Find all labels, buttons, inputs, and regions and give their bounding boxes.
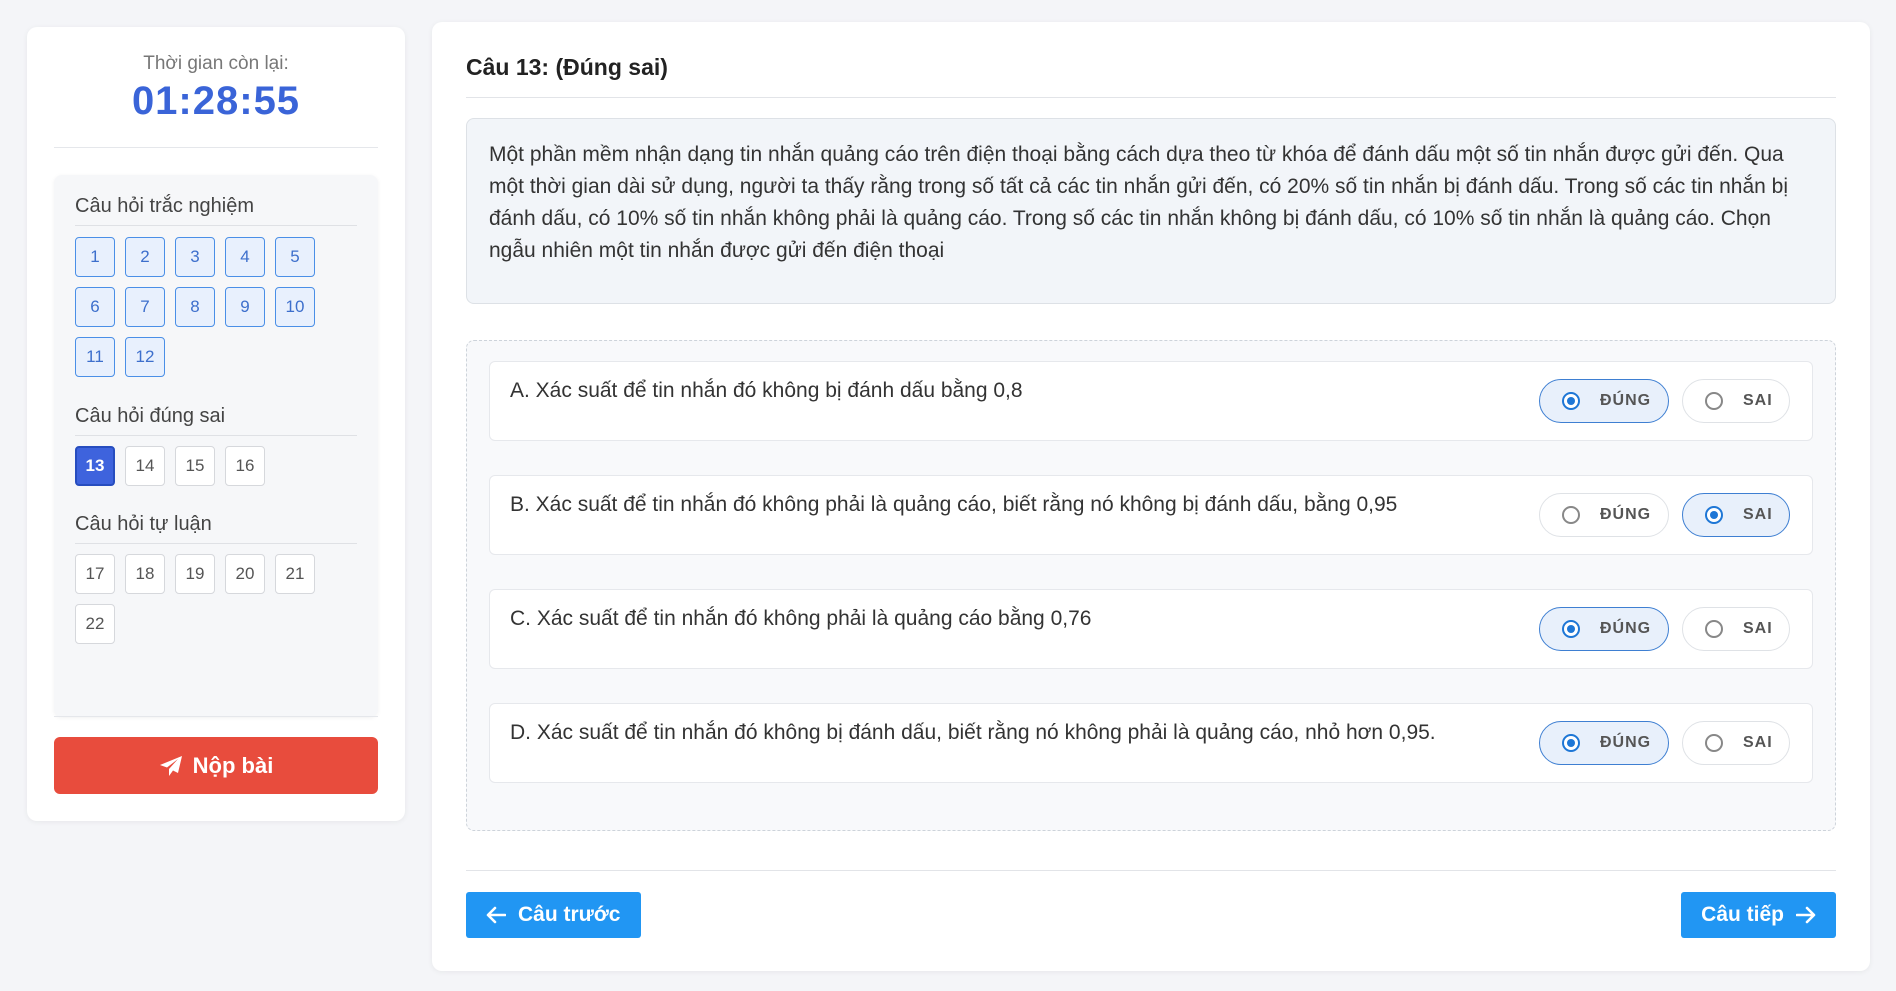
option-d-false-radio[interactable]: SAI <box>1682 721 1790 765</box>
question-button-13[interactable]: 13 <box>75 446 115 486</box>
option-a-false-radio[interactable]: SAI <box>1682 379 1790 423</box>
option-a: A. Xác suất để tin nhắn đó không bị đánh… <box>489 361 1813 441</box>
radio-icon <box>1562 620 1580 638</box>
timer-value: 01:28:55 <box>131 79 301 123</box>
next-label: Câu tiếp <box>1701 903 1784 926</box>
group-title-multiple-choice: Câu hỏi trắc nghiệm <box>75 195 254 217</box>
paper-plane-icon <box>159 755 183 777</box>
option-c: C. Xác suất để tin nhắn đó không phải là… <box>489 589 1813 669</box>
question-button-22[interactable]: 22 <box>75 604 115 644</box>
radio-icon <box>1705 734 1723 752</box>
question-button-15[interactable]: 15 <box>175 446 215 486</box>
option-b-text: B. Xác suất để tin nhắn đó không phải là… <box>510 493 1398 516</box>
question-button-6[interactable]: 6 <box>75 287 115 327</box>
true-label: ĐÚNG <box>1600 392 1652 409</box>
question-button-7[interactable]: 7 <box>125 287 165 327</box>
option-c-text: C. Xác suất để tin nhắn đó không phải là… <box>510 607 1092 630</box>
previous-label: Câu trước <box>518 903 621 926</box>
group-title-essay: Câu hỏi tự luận <box>75 513 212 535</box>
option-c-true-radio[interactable]: ĐÚNG <box>1539 607 1669 651</box>
question-button-9[interactable]: 9 <box>225 287 265 327</box>
question-button-20[interactable]: 20 <box>225 554 265 594</box>
option-a-text: A. Xác suất để tin nhắn đó không bị đánh… <box>510 379 1023 402</box>
submit-label: Nộp bài <box>192 752 274 778</box>
radio-icon <box>1562 506 1580 524</box>
question-button-2[interactable]: 2 <box>125 237 165 277</box>
next-question-button[interactable]: Câu tiếp <box>1681 892 1836 938</box>
timer-label: Thời gian còn lại: <box>143 53 289 74</box>
question-button-1[interactable]: 1 <box>75 237 115 277</box>
radio-icon <box>1562 734 1580 752</box>
divider <box>466 870 1836 871</box>
option-b: B. Xác suất để tin nhắn đó không phải là… <box>489 475 1813 555</box>
question-button-8[interactable]: 8 <box>175 287 215 327</box>
divider <box>75 435 357 436</box>
question-button-18[interactable]: 18 <box>125 554 165 594</box>
question-button-14[interactable]: 14 <box>125 446 165 486</box>
divider <box>466 97 1836 98</box>
question-button-21[interactable]: 21 <box>275 554 315 594</box>
option-a-true-radio[interactable]: ĐÚNG <box>1539 379 1669 423</box>
option-b-true-radio[interactable]: ĐÚNG <box>1539 493 1669 537</box>
arrow-left-icon <box>486 906 506 924</box>
question-button-3[interactable]: 3 <box>175 237 215 277</box>
divider <box>54 716 378 717</box>
false-label: SAI <box>1743 506 1773 523</box>
divider <box>54 147 378 148</box>
false-label: SAI <box>1743 392 1773 409</box>
question-text: Một phần mềm nhận dạng tin nhắn quảng cá… <box>466 118 1836 304</box>
question-button-10[interactable]: 10 <box>275 287 315 327</box>
option-d-true-radio[interactable]: ĐÚNG <box>1539 721 1669 765</box>
question-button-4[interactable]: 4 <box>225 237 265 277</box>
question-title: Câu 13: (Đúng sai) <box>466 54 668 80</box>
option-d-text: D. Xác suất để tin nhắn đó không bị đánh… <box>510 721 1436 744</box>
divider <box>75 543 357 544</box>
question-button-16[interactable]: 16 <box>225 446 265 486</box>
group-title-true-false: Câu hỏi đúng sai <box>75 405 226 427</box>
question-button-5[interactable]: 5 <box>275 237 315 277</box>
question-button-11[interactable]: 11 <box>75 337 115 377</box>
arrow-right-icon <box>1796 906 1816 924</box>
false-label: SAI <box>1743 734 1773 751</box>
radio-icon <box>1562 392 1580 410</box>
option-c-false-radio[interactable]: SAI <box>1682 607 1790 651</box>
radio-icon <box>1705 506 1723 524</box>
options-container: A. Xác suất để tin nhắn đó không bị đánh… <box>466 340 1836 831</box>
question-button-17[interactable]: 17 <box>75 554 115 594</box>
question-navigation: Câu hỏi trắc nghiệm 1 2 3 4 5 6 7 8 9 10… <box>54 175 378 717</box>
option-d: D. Xác suất để tin nhắn đó không bị đánh… <box>489 703 1813 783</box>
question-button-12[interactable]: 12 <box>125 337 165 377</box>
false-label: SAI <box>1743 620 1773 637</box>
sidebar: Thời gian còn lại: 01:28:55 Câu hỏi trắc… <box>27 27 405 821</box>
divider <box>75 225 357 226</box>
true-label: ĐÚNG <box>1600 620 1652 637</box>
option-b-false-radio[interactable]: SAI <box>1682 493 1790 537</box>
radio-icon <box>1705 392 1723 410</box>
true-label: ĐÚNG <box>1600 506 1652 523</box>
question-panel: Câu 13: (Đúng sai) Một phần mềm nhận dạn… <box>432 22 1870 971</box>
submit-button[interactable]: Nộp bài <box>54 737 378 794</box>
question-button-19[interactable]: 19 <box>175 554 215 594</box>
true-label: ĐÚNG <box>1600 734 1652 751</box>
radio-icon <box>1705 620 1723 638</box>
previous-question-button[interactable]: Câu trước <box>466 892 641 938</box>
